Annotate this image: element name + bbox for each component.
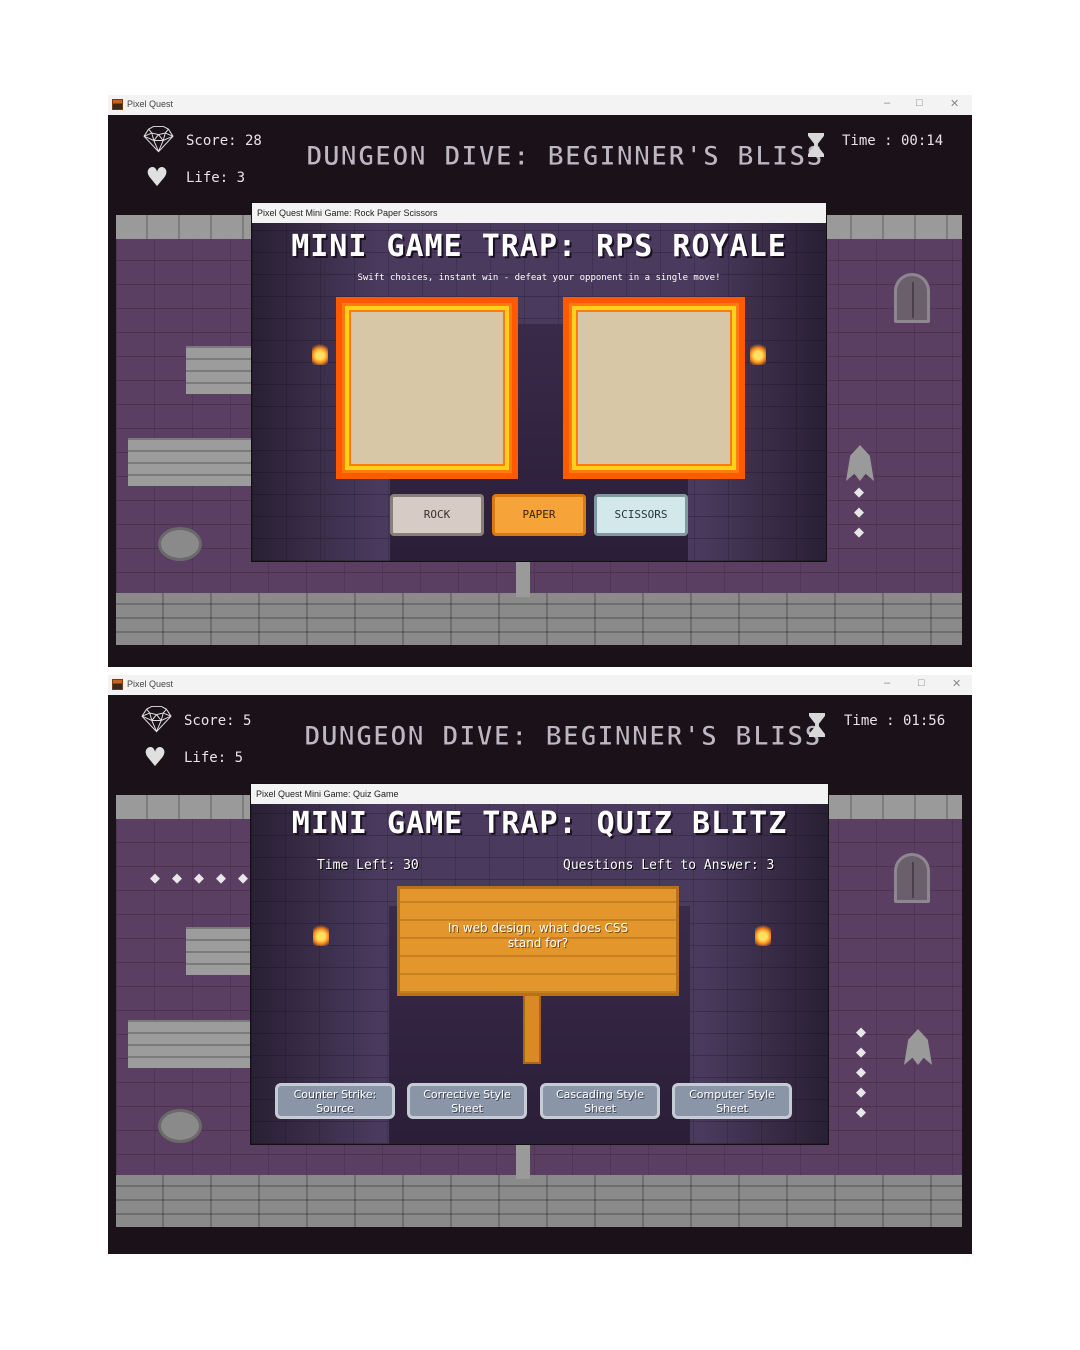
minimize-button[interactable]: – xyxy=(884,677,890,689)
level-title: DUNGEON DIVE: BEGINNER'S BLISS xyxy=(306,141,824,173)
answer-line: Sheet xyxy=(451,1102,483,1115)
time-left-label: Time Left: 30 xyxy=(317,858,419,873)
gem-icon[interactable]: ◆ xyxy=(854,1066,868,1079)
life-label: Life: 3 xyxy=(186,170,246,186)
player-choice-frame xyxy=(336,297,518,479)
time-label: Time : 00:14 xyxy=(842,133,944,149)
rps-dialog: Pixel Quest Mini Game: Rock Paper Scisso… xyxy=(252,203,826,561)
question-sign: In web design, what does CSS stand for? xyxy=(397,886,679,996)
dungeon-floor xyxy=(116,593,962,645)
dialog-body: MINI GAME TRAP: QUIZ BLITZ Time Left: 30… xyxy=(251,804,828,1144)
dungeon-floor xyxy=(116,1175,962,1227)
answer-button-1[interactable]: Counter Strike: Source xyxy=(275,1083,395,1119)
gem-icon[interactable]: ◆ xyxy=(854,1106,868,1119)
maximize-button[interactable]: □ xyxy=(918,677,925,689)
answer-line: Cascading Style xyxy=(555,1088,645,1101)
question-text: In web design, what does CSS stand for? xyxy=(447,921,629,950)
gem-icon[interactable]: ◆ xyxy=(236,872,250,885)
app-icon xyxy=(112,679,123,690)
answer-line: Corrective Style xyxy=(423,1088,511,1101)
scissors-button[interactable]: SCISSORS xyxy=(594,494,688,536)
life-label: Life: 5 xyxy=(184,750,244,766)
maximize-button[interactable]: □ xyxy=(916,97,923,109)
gem-icon[interactable]: ◆ xyxy=(854,1086,868,1099)
answer-button-3[interactable]: Cascading Style Sheet xyxy=(540,1083,660,1119)
gem-row: ◆ ◆ ◆ ◆ ◆ xyxy=(148,872,250,885)
answer-line: Computer Style xyxy=(689,1088,775,1101)
torch-icon xyxy=(313,922,329,946)
quiz-dialog: Pixel Quest Mini Game: Quiz Game MINI GA… xyxy=(251,784,828,1144)
answer-line: Counter Strike: xyxy=(293,1088,377,1101)
gem-icon[interactable]: ◆ xyxy=(852,506,866,519)
dialog-titlebar: Pixel Quest Mini Game: Quiz Game xyxy=(251,784,828,804)
close-button[interactable]: ✕ xyxy=(950,97,959,110)
stone-well xyxy=(158,527,202,561)
dungeon-door[interactable] xyxy=(894,273,930,323)
window-title: Pixel Quest xyxy=(127,99,174,109)
game-scene: ◆ ◆ ◆ ◆ ◆ ◆ ◆ ◆ ◆ ◆ 💎︎ Score: 5 ♥ Life: … xyxy=(108,695,972,1254)
answer-line: Sheet xyxy=(716,1102,748,1115)
answer-button-4[interactable]: Computer Style Sheet xyxy=(672,1083,792,1119)
dungeon-door[interactable] xyxy=(894,853,930,903)
diamond-icon: 💎︎ xyxy=(142,125,176,155)
game-window-rps: Pixel Quest – □ ✕ ◆ ◆ ◆ 💎︎ Score: 28 ♥ L… xyxy=(108,95,972,667)
gem-icon[interactable]: ◆ xyxy=(214,872,228,885)
window-titlebar: Pixel Quest – □ ✕ xyxy=(108,95,972,115)
stone-ledge xyxy=(186,346,258,394)
paper-button[interactable]: PAPER xyxy=(492,494,586,536)
minigame-subtitle: Swift choices, instant win - defeat your… xyxy=(357,273,721,283)
stone-pillar xyxy=(516,561,530,597)
game-window-quiz: Pixel Quest – □ ✕ ◆ ◆ ◆ ◆ ◆ ◆ ◆ ◆ ◆ ◆ 💎︎ xyxy=(108,675,972,1254)
answer-line: Source xyxy=(316,1102,354,1115)
score-label: Score: 28 xyxy=(186,133,262,149)
game-scene: ◆ ◆ ◆ 💎︎ Score: 28 ♥ Life: 3 DUNGEON DIV… xyxy=(108,115,972,667)
gem-icon[interactable]: ◆ xyxy=(852,526,866,539)
answer-line: Sheet xyxy=(584,1102,616,1115)
rock-button[interactable]: ROCK xyxy=(390,494,484,536)
heart-icon: ♥ xyxy=(143,743,167,773)
gem-icon[interactable]: ◆ xyxy=(148,872,162,885)
gem-icon[interactable]: ◆ xyxy=(192,872,206,885)
torch-icon xyxy=(755,922,771,946)
gem-icon[interactable]: ◆ xyxy=(854,1026,868,1039)
heart-icon: ♥ xyxy=(145,163,169,193)
torch-icon xyxy=(750,341,766,365)
minigame-heading: MINI GAME TRAP: QUIZ BLITZ xyxy=(291,806,788,841)
window-title: Pixel Quest xyxy=(127,679,174,689)
questions-left-label: Questions Left to Answer: 3 xyxy=(563,858,775,873)
stone-well xyxy=(158,1109,202,1143)
stone-ledge xyxy=(186,927,258,975)
minimize-button[interactable]: – xyxy=(884,97,890,109)
gem-column: ◆ ◆ ◆ ◆ ◆ xyxy=(854,1026,868,1119)
window-titlebar: Pixel Quest – □ ✕ xyxy=(108,675,972,695)
opponent-choice-frame xyxy=(563,297,745,479)
time-label: Time : 01:56 xyxy=(844,713,946,729)
dialog-titlebar: Pixel Quest Mini Game: Rock Paper Scisso… xyxy=(252,203,826,223)
score-label: Score: 5 xyxy=(184,713,252,729)
stone-ledge xyxy=(128,438,254,486)
minigame-heading: MINI GAME TRAP: RPS ROYALE xyxy=(291,229,787,264)
gem-icon[interactable]: ◆ xyxy=(854,1046,868,1059)
app-icon xyxy=(112,99,123,110)
gem-icon[interactable]: ◆ xyxy=(170,872,184,885)
close-button[interactable]: ✕ xyxy=(952,677,961,690)
gem-column: ◆ ◆ ◆ xyxy=(852,486,866,539)
dialog-body: MINI GAME TRAP: RPS ROYALE Swift choices… xyxy=(252,223,826,561)
gem-icon[interactable]: ◆ xyxy=(852,486,866,499)
answer-button-2[interactable]: Corrective Style Sheet xyxy=(407,1083,527,1119)
stone-ledge xyxy=(128,1020,254,1068)
torch-icon xyxy=(312,341,328,365)
diamond-icon: 💎︎ xyxy=(140,705,174,735)
level-title: DUNGEON DIVE: BEGINNER'S BLISS xyxy=(304,721,822,753)
stone-pillar xyxy=(516,1143,530,1179)
